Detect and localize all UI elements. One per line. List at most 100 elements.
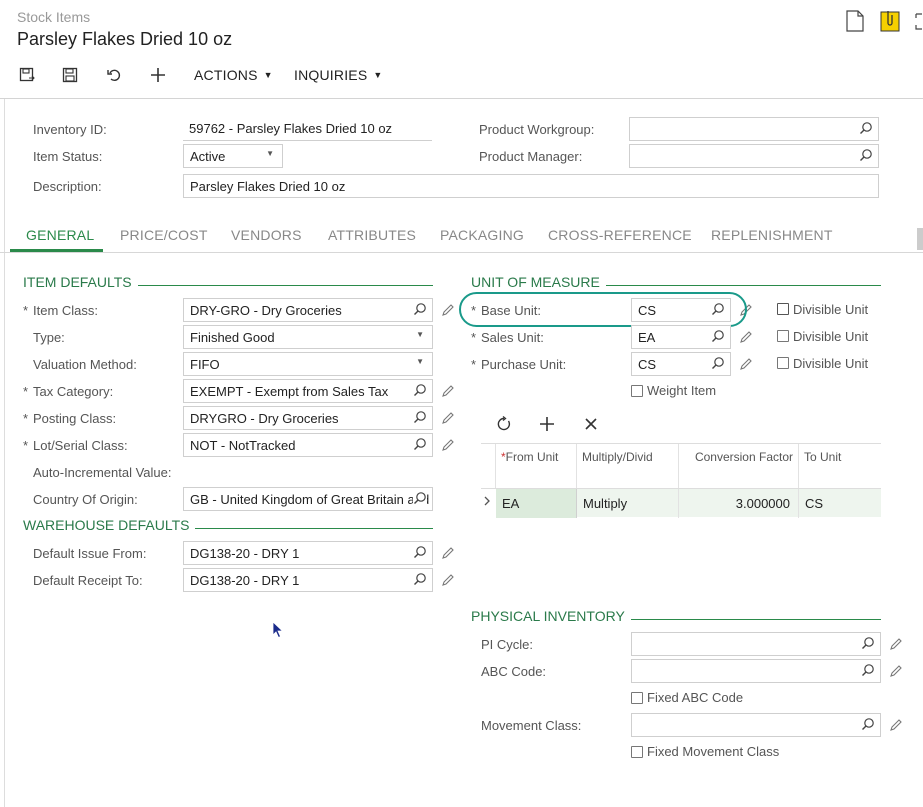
- description-label: Description:: [33, 179, 102, 194]
- grid-header-multiply-divide[interactable]: Multiply/Divid: [577, 444, 679, 488]
- tab-vendors[interactable]: VENDORS: [231, 227, 302, 243]
- tab-packaging[interactable]: PACKAGING: [440, 227, 524, 243]
- row-expand-icon[interactable]: [481, 489, 496, 518]
- cell-conversion-factor[interactable]: 3.000000: [679, 489, 799, 518]
- search-icon[interactable]: [711, 329, 725, 346]
- undo-icon[interactable]: [103, 64, 125, 86]
- inventory-id-field[interactable]: 59762 - Parsley Flakes Dried 10 oz: [183, 117, 432, 141]
- fixed-abc-code-checkbox[interactable]: [631, 692, 643, 704]
- cell-to-unit[interactable]: CS: [799, 489, 881, 518]
- abc-code-field[interactable]: [631, 659, 881, 683]
- screen-icon[interactable]: [915, 10, 923, 35]
- edit-pencil-icon[interactable]: [739, 330, 753, 344]
- divisible-unit-checkbox[interactable]: [777, 303, 789, 315]
- edit-pencil-icon[interactable]: [441, 411, 455, 425]
- edit-pencil-icon[interactable]: [441, 546, 455, 560]
- type-select[interactable]: Finished Good ▼: [183, 325, 433, 349]
- mouse-cursor-icon: [272, 621, 284, 642]
- tabs-divider: [0, 252, 923, 253]
- sales-unit-field[interactable]: EA: [631, 325, 731, 349]
- search-icon[interactable]: [861, 717, 875, 734]
- edit-pencil-icon[interactable]: [441, 438, 455, 452]
- tax-category-field[interactable]: EXEMPT - Exempt from Sales Tax: [183, 379, 433, 403]
- files-icon[interactable]: [880, 10, 900, 35]
- table-row[interactable]: EA Multiply 3.000000 CS: [481, 488, 881, 518]
- search-icon[interactable]: [413, 491, 427, 508]
- default-issue-from-field[interactable]: DG138-20 - DRY 1: [183, 541, 433, 565]
- add-icon[interactable]: [147, 64, 169, 86]
- save-close-icon[interactable]: [16, 64, 38, 86]
- divisible-unit-checkbox[interactable]: [777, 330, 789, 342]
- add-row-icon[interactable]: [536, 413, 558, 435]
- fixed-movement-class-label: Fixed Movement Class: [647, 744, 780, 759]
- page-title: Parsley Flakes Dried 10 oz: [17, 29, 233, 49]
- notes-icon[interactable]: [846, 10, 864, 35]
- search-icon[interactable]: [861, 663, 875, 680]
- default-receipt-to-label: Default Receipt To:: [33, 573, 143, 588]
- fixed-movement-class-checkbox[interactable]: [631, 746, 643, 758]
- lot-serial-class-field[interactable]: NOT - NotTracked: [183, 433, 433, 457]
- inquiries-menu[interactable]: INQUIRIES ▼: [294, 67, 382, 83]
- search-icon[interactable]: [413, 383, 427, 400]
- edit-pencil-icon[interactable]: [441, 384, 455, 398]
- description-field[interactable]: Parsley Flakes Dried 10 oz: [183, 174, 879, 198]
- breadcrumb[interactable]: Stock Items: [17, 9, 90, 25]
- scrollbar[interactable]: [917, 228, 923, 250]
- edit-pencil-icon[interactable]: [441, 573, 455, 587]
- edit-pencil-icon[interactable]: [889, 637, 903, 651]
- dropdown-arrow-icon: ▼: [266, 149, 274, 158]
- actions-menu[interactable]: ACTIONS ▼: [194, 67, 273, 83]
- search-icon[interactable]: [413, 437, 427, 454]
- header-divider: [0, 98, 923, 99]
- cell-multiply-divide[interactable]: Multiply: [577, 489, 679, 518]
- grid-header-conversion-factor[interactable]: Conversion Factor: [679, 444, 799, 488]
- search-icon[interactable]: [413, 572, 427, 589]
- search-icon[interactable]: [413, 410, 427, 427]
- tab-price-cost[interactable]: PRICE/COST: [120, 227, 208, 243]
- pi-cycle-field[interactable]: [631, 632, 881, 656]
- actions-label: ACTIONS: [194, 67, 258, 83]
- dropdown-arrow-icon: ▼: [416, 330, 424, 339]
- search-icon[interactable]: [859, 148, 873, 165]
- item-class-value: DRY-GRO - Dry Groceries: [190, 303, 342, 318]
- edit-pencil-icon[interactable]: [739, 357, 753, 371]
- tab-cross-reference[interactable]: CROSS-REFERENCE: [548, 227, 692, 243]
- edit-pencil-icon[interactable]: [441, 303, 455, 317]
- search-icon[interactable]: [711, 356, 725, 373]
- default-receipt-to-field[interactable]: DG138-20 - DRY 1: [183, 568, 433, 592]
- auto-incremental-label: Auto-Incremental Value:: [33, 465, 172, 480]
- item-class-field[interactable]: DRY-GRO - Dry Groceries: [183, 298, 433, 322]
- posting-class-field[interactable]: DRYGRO - Dry Groceries: [183, 406, 433, 430]
- edit-pencil-icon[interactable]: [889, 718, 903, 732]
- search-icon[interactable]: [859, 121, 873, 138]
- sales-unit-value: EA: [638, 330, 656, 345]
- search-icon[interactable]: [413, 545, 427, 562]
- weight-item-checkbox[interactable]: [631, 385, 643, 397]
- grid-header-from-unit[interactable]: *From Unit: [496, 444, 577, 488]
- country-of-origin-field[interactable]: GB - United Kingdom of Great Britain and: [183, 487, 433, 511]
- delete-row-icon[interactable]: [580, 413, 602, 435]
- tab-attributes[interactable]: ATTRIBUTES: [328, 227, 416, 243]
- product-workgroup-field[interactable]: [629, 117, 879, 141]
- tab-general[interactable]: GENERAL: [26, 227, 94, 243]
- section-title-item-defaults: ITEM DEFAULTS: [23, 274, 138, 290]
- divisible-unit-label: Divisible Unit: [793, 329, 869, 344]
- item-status-label: Item Status:: [33, 149, 103, 164]
- chevron-down-icon: ▼: [263, 70, 273, 80]
- search-icon[interactable]: [861, 636, 875, 653]
- refresh-icon[interactable]: [493, 413, 515, 435]
- purchase-unit-field[interactable]: CS: [631, 352, 731, 376]
- grid-header-to-unit[interactable]: To Unit: [799, 444, 881, 488]
- tax-category-label: Tax Category:: [23, 384, 113, 399]
- item-status-select[interactable]: Active ▼: [183, 144, 283, 168]
- type-label: Type:: [33, 330, 65, 345]
- search-icon[interactable]: [413, 302, 427, 319]
- tab-replenishment[interactable]: REPLENISHMENT: [711, 227, 833, 243]
- save-icon[interactable]: [59, 64, 81, 86]
- cell-from-unit[interactable]: EA: [496, 489, 577, 518]
- valuation-method-select[interactable]: FIFO ▼: [183, 352, 433, 376]
- edit-pencil-icon[interactable]: [889, 664, 903, 678]
- movement-class-field[interactable]: [631, 713, 881, 737]
- divisible-unit-checkbox[interactable]: [777, 357, 789, 369]
- product-manager-field[interactable]: [629, 144, 879, 168]
